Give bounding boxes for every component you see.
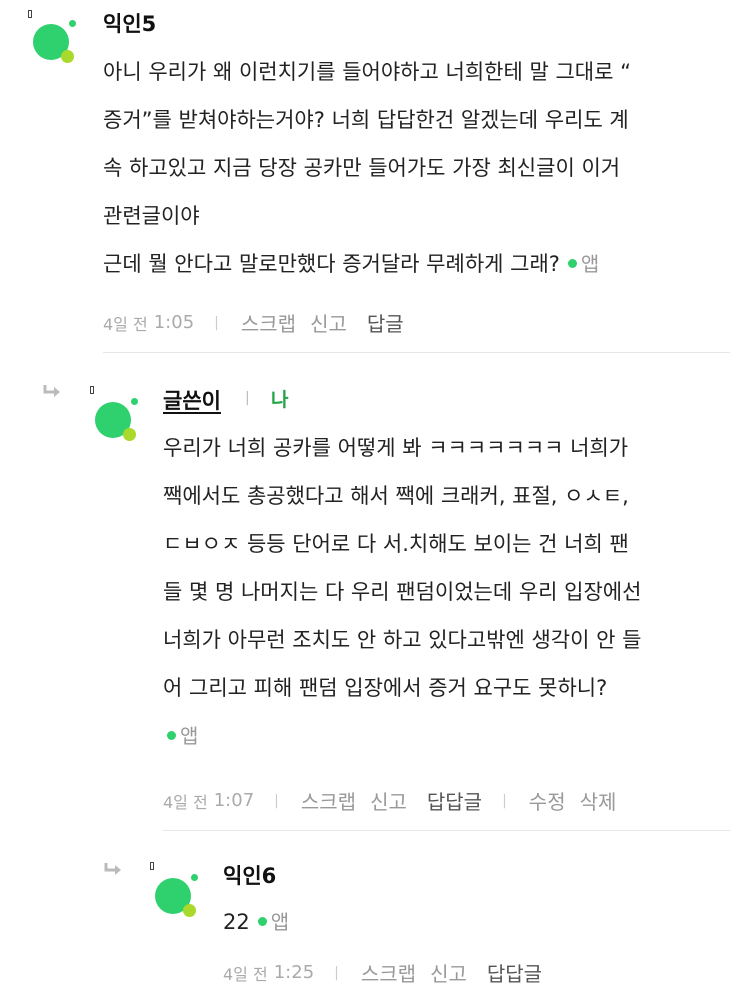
body-line: 어 그리고 피해 팬덤 입장에서 증거 요구도 못하니? [163, 676, 608, 700]
app-label: 앱 [180, 724, 199, 748]
avatar[interactable] [90, 386, 145, 444]
comment-meta: 4일 전 1:25 | 스크랩 신고 답답글 [223, 958, 556, 987]
body-line: 증거”를 받쳐야하는거야? 너희 답답한건 알겠는데 우리도 계 [103, 108, 629, 132]
comment-body: 22 앱 [223, 898, 289, 946]
me-badge: 나 [271, 389, 289, 411]
body-line: 속 하고있고 지금 당장 공카만 들어가도 가장 최신글이 이거 [103, 156, 621, 180]
meta-divider: | [274, 792, 279, 809]
scrap-button[interactable]: 스크랩 [361, 958, 416, 987]
app-label: 앱 [580, 252, 600, 276]
app-dot-icon [567, 258, 577, 268]
edit-button[interactable]: 수정 [529, 786, 566, 815]
body-line: 우리가 너희 공카를 어떻게 봐 ㅋㅋㅋㅋㅋㅋㅋ 너희가 [163, 436, 629, 460]
reply-reply-button[interactable]: 답답글 [487, 958, 542, 987]
reply-button[interactable]: 답글 [367, 308, 404, 337]
avatar[interactable] [28, 10, 83, 66]
divider [103, 352, 730, 353]
meta-divider: | [214, 314, 219, 331]
report-button[interactable]: 신고 [430, 958, 467, 987]
author-name[interactable]: 익인5 [103, 8, 156, 38]
app-dot-icon [167, 730, 176, 740]
divider [163, 830, 730, 831]
author-name[interactable]: 글쓴이 [163, 385, 221, 415]
delete-button[interactable]: 삭제 [580, 786, 617, 815]
reply-reply-button[interactable]: 답답글 [427, 786, 482, 815]
comment-time: 1:25 [273, 962, 315, 983]
body-line: 너희가 아무런 조치도 안 하고 있다고밖엔 생각이 안 들 [163, 628, 642, 652]
meta-divider: | [502, 792, 507, 809]
comment-time: 1:05 [153, 312, 195, 333]
comment-date: 4일 전 [223, 964, 268, 984]
avatar-badge-icon [150, 862, 154, 870]
body-line: 22 [223, 910, 250, 934]
comment-date: 4일 전 [163, 792, 208, 812]
comment-time: 1:07 [213, 790, 255, 811]
name-divider: | [245, 390, 250, 406]
body-line: 근데 뭘 안다고 말로만했다 증거달라 무례하게 그래? [103, 252, 560, 276]
avatar[interactable] [150, 862, 205, 920]
report-button[interactable]: 신고 [310, 308, 347, 337]
comment-meta: 4일 전 1:05 | 스크랩 신고 답글 [103, 308, 418, 337]
app-dot-icon [257, 916, 267, 926]
report-button[interactable]: 신고 [370, 786, 407, 815]
reply-arrow-icon [42, 384, 62, 400]
meta-divider: | [334, 964, 339, 981]
scrap-button[interactable]: 스크랩 [241, 308, 296, 337]
avatar-badge-icon [90, 386, 94, 394]
comment-meta: 4일 전 1:07 | 스크랩 신고 답답글 | 수정 삭제 [163, 786, 630, 815]
reply-arrow-icon [103, 862, 123, 878]
author-name[interactable]: 익인6 [223, 860, 276, 890]
comment-body: 아니 우리가 왜 이런치기를 들어야하고 너희한테 말 그대로 “ 증거”를 받… [103, 48, 631, 288]
app-label: 앱 [270, 910, 290, 934]
comment-body: 우리가 너희 공카를 어떻게 봐 ㅋㅋㅋㅋㅋㅋㅋ 너희가 짹에서도 총공했다고 … [163, 424, 641, 760]
avatar-badge-icon [28, 10, 32, 18]
body-line: ㄷㅂㅇㅈ 등등 단어로 다 서.치해도 보이는 건 너희 팬 [163, 532, 629, 556]
body-line: 관련글이야 [103, 204, 200, 228]
body-line: 짹에서도 총공했다고 해서 짹에 크래커, 표절, ㅇㅅㅌ, [163, 484, 629, 508]
body-line: 들 몇 명 나머지는 다 우리 팬덤이었는데 우리 입장에선 [163, 580, 642, 604]
scrap-button[interactable]: 스크랩 [301, 786, 356, 815]
comment-date: 4일 전 [103, 314, 148, 334]
body-line: 아니 우리가 왜 이런치기를 들어야하고 너희한테 말 그대로 “ [103, 60, 631, 84]
